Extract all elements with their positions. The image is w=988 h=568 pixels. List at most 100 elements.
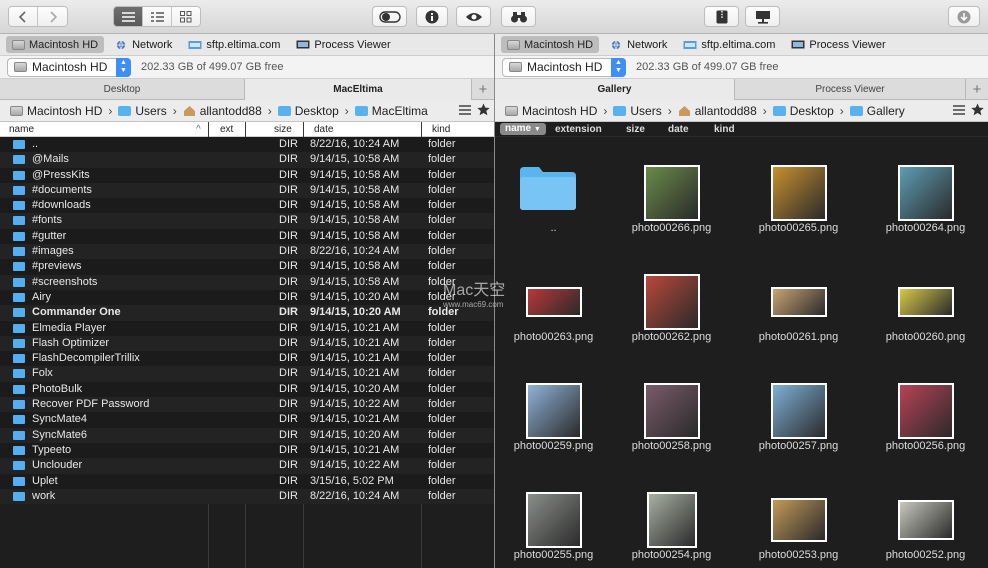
back-button[interactable] bbox=[9, 7, 39, 26]
row-name: Recover PDF Password bbox=[32, 398, 150, 411]
table-row[interactable]: #fonts DIR 9/14/15, 10:58 AM folder bbox=[0, 213, 494, 229]
gallery-item[interactable]: photo00259.png bbox=[491, 365, 616, 473]
table-row[interactable]: #previews DIR 9/14/15, 10:58 AM folder bbox=[0, 259, 494, 275]
gallery-item[interactable]: photo00265.png bbox=[736, 147, 861, 255]
table-row[interactable]: Recover PDF Password DIR 9/14/15, 10:22 AM… bbox=[0, 397, 494, 413]
crumb-macintosh-hd[interactable]: Macintosh HD bbox=[505, 104, 597, 118]
table-row[interactable]: @Mails DIR 9/14/15, 10:58 AM folder bbox=[0, 152, 494, 168]
volume-select[interactable]: Macintosh HD ▲ ▼ bbox=[502, 57, 626, 77]
star-icon[interactable] bbox=[477, 103, 490, 116]
crumb-home[interactable]: allantodd88 bbox=[183, 104, 262, 118]
search-button[interactable] bbox=[501, 6, 536, 27]
table-row[interactable]: Elmedia Player DIR 9/14/15, 10:21 AM folder bbox=[0, 320, 494, 336]
row-name: PhotoBulk bbox=[32, 382, 83, 395]
table-row[interactable]: Airy DIR 9/14/15, 10:20 AM folder bbox=[0, 289, 494, 306]
drive-sftp[interactable]: sftp.eltima.com bbox=[677, 36, 781, 53]
info-button[interactable] bbox=[416, 6, 448, 27]
table-row[interactable]: Unclouder DIR 9/14/15, 10:22 AM folder bbox=[0, 458, 494, 474]
table-row[interactable]: #gutter DIR 9/14/15, 10:58 AM folder bbox=[0, 228, 494, 245]
drive-macintosh-hd[interactable]: Macintosh HD bbox=[6, 36, 105, 53]
col-size[interactable]: size bbox=[274, 124, 292, 135]
list-menu-icon[interactable] bbox=[953, 104, 965, 115]
col-name[interactable]: name bbox=[9, 124, 34, 135]
table-row[interactable]: SyncMate6 DIR 9/14/15, 10:20 AM folder bbox=[0, 427, 494, 443]
star-icon[interactable] bbox=[971, 103, 984, 116]
folder-icon bbox=[13, 262, 25, 272]
crumb-macintosh-hd[interactable]: Macintosh HD bbox=[10, 104, 102, 118]
sort-name-button[interactable]: name ▼ bbox=[500, 123, 546, 135]
gallery-item[interactable]: photo00255.png bbox=[491, 474, 616, 568]
row-size: DIR bbox=[279, 245, 298, 258]
gallery-item[interactable]: photo00254.png bbox=[609, 474, 734, 568]
crumb-separator: › bbox=[108, 103, 113, 118]
sort-date[interactable]: date bbox=[668, 124, 689, 135]
gallery-item[interactable]: photo00252.png bbox=[863, 474, 988, 568]
table-row[interactable]: Uplet DIR 3/15/16, 5:02 PM folder bbox=[0, 473, 494, 489]
crumb-home[interactable]: allantodd88 bbox=[678, 104, 757, 118]
drive-sftp[interactable]: sftp.eltima.com bbox=[182, 36, 286, 53]
gallery-item[interactable]: photo00253.png bbox=[736, 474, 861, 568]
detail-view-button[interactable] bbox=[143, 7, 172, 26]
drive-network[interactable]: Network bbox=[108, 36, 178, 53]
drive-network[interactable]: Network bbox=[603, 36, 673, 53]
table-row[interactable]: Flash Optimizer DIR 9/14/15, 10:21 AM folde… bbox=[0, 335, 494, 352]
tab-desktop[interactable]: Desktop bbox=[0, 79, 245, 100]
folder-icon bbox=[13, 338, 25, 348]
gallery-item[interactable]: photo00264.png bbox=[863, 147, 988, 255]
add-tab-button[interactable]: + bbox=[472, 79, 494, 99]
table-row[interactable]: work DIR 8/22/16, 10:24 AM folder bbox=[0, 488, 494, 505]
table-row[interactable]: PhotoBulk DIR 9/14/15, 10:20 AM folder bbox=[0, 381, 494, 398]
col-date[interactable]: date bbox=[314, 124, 333, 135]
connect-button[interactable] bbox=[745, 6, 780, 27]
crumb-desktop[interactable]: Desktop bbox=[772, 104, 834, 118]
table-row[interactable]: #downloads DIR 9/14/15, 10:58 AM folder bbox=[0, 198, 494, 214]
tab-process-viewer[interactable]: Process Viewer bbox=[735, 79, 966, 100]
gallery-item[interactable]: photo00261.png bbox=[736, 256, 861, 364]
crumb-desktop[interactable]: Desktop bbox=[277, 104, 339, 118]
table-row[interactable]: FlashDecompilerTrillix DIR 9/14/15, 10:21 … bbox=[0, 351, 494, 367]
drive-macintosh-hd[interactable]: Macintosh HD bbox=[501, 36, 600, 53]
col-ext[interactable]: ext bbox=[220, 124, 233, 135]
gallery-item[interactable]: photo00262.png bbox=[609, 256, 734, 364]
sort-kind[interactable]: kind bbox=[714, 124, 735, 135]
quick-look-button[interactable] bbox=[456, 6, 491, 27]
table-row[interactable]: @PressKits DIR 9/14/15, 10:58 AM folder bbox=[0, 167, 494, 183]
forward-button[interactable] bbox=[38, 7, 67, 26]
table-row[interactable]: Commander One DIR 9/14/15, 10:20 AM folder bbox=[0, 305, 494, 321]
gallery-item[interactable]: photo00266.png bbox=[609, 147, 734, 255]
gallery-item[interactable]: .. bbox=[491, 147, 616, 255]
add-tab-button[interactable]: + bbox=[966, 79, 988, 99]
table-row[interactable]: #screenshots DIR 9/14/15, 10:58 AM folder bbox=[0, 274, 494, 290]
volume-select[interactable]: Macintosh HD ▲ ▼ bbox=[7, 57, 131, 77]
list-menu-icon[interactable] bbox=[459, 104, 471, 115]
grid-view-button[interactable] bbox=[171, 7, 200, 26]
tab-maceltima[interactable]: MacEltima bbox=[245, 79, 472, 100]
gallery-item[interactable]: photo00260.png bbox=[863, 256, 988, 364]
row-size: DIR bbox=[279, 336, 298, 349]
archive-button[interactable] bbox=[704, 6, 739, 27]
col-kind[interactable]: kind bbox=[432, 124, 450, 135]
table-row[interactable]: SyncMate4 DIR 9/14/15, 10:21 AM folder bbox=[0, 412, 494, 428]
row-name: SyncMate6 bbox=[32, 428, 88, 441]
table-row[interactable]: Typeeto DIR 9/14/15, 10:21 AM folder bbox=[0, 442, 494, 459]
crumb-maceltima[interactable]: MacEltima bbox=[354, 104, 428, 118]
gallery-item[interactable]: photo00256.png bbox=[863, 365, 988, 473]
table-row[interactable]: .. DIR 8/22/16, 10:24 AM folder bbox=[0, 137, 494, 153]
table-row[interactable]: #images DIR 8/22/16, 10:24 AM folder bbox=[0, 244, 494, 260]
drive-process-viewer[interactable]: Process Viewer bbox=[785, 36, 891, 53]
tab-gallery[interactable]: Gallery bbox=[495, 79, 735, 100]
list-view-button[interactable] bbox=[114, 7, 144, 26]
table-row[interactable]: Folx DIR 9/14/15, 10:21 AM folder bbox=[0, 366, 494, 382]
drive-process-viewer[interactable]: Process Viewer bbox=[290, 36, 396, 53]
gallery-item[interactable]: photo00257.png bbox=[736, 365, 861, 473]
crumb-users[interactable]: Users bbox=[613, 104, 662, 118]
gallery-item[interactable]: photo00263.png bbox=[491, 256, 616, 364]
sort-extension[interactable]: extension bbox=[555, 124, 602, 135]
toggle-hidden-button[interactable] bbox=[372, 6, 407, 27]
sort-size[interactable]: size bbox=[626, 124, 645, 135]
crumb-users[interactable]: Users bbox=[118, 104, 167, 118]
crumb-gallery[interactable]: Gallery bbox=[849, 104, 905, 118]
gallery-item[interactable]: photo00258.png bbox=[609, 365, 734, 473]
download-button[interactable] bbox=[948, 6, 980, 27]
table-row[interactable]: #documents DIR 9/14/15, 10:58 AM folder bbox=[0, 182, 494, 199]
